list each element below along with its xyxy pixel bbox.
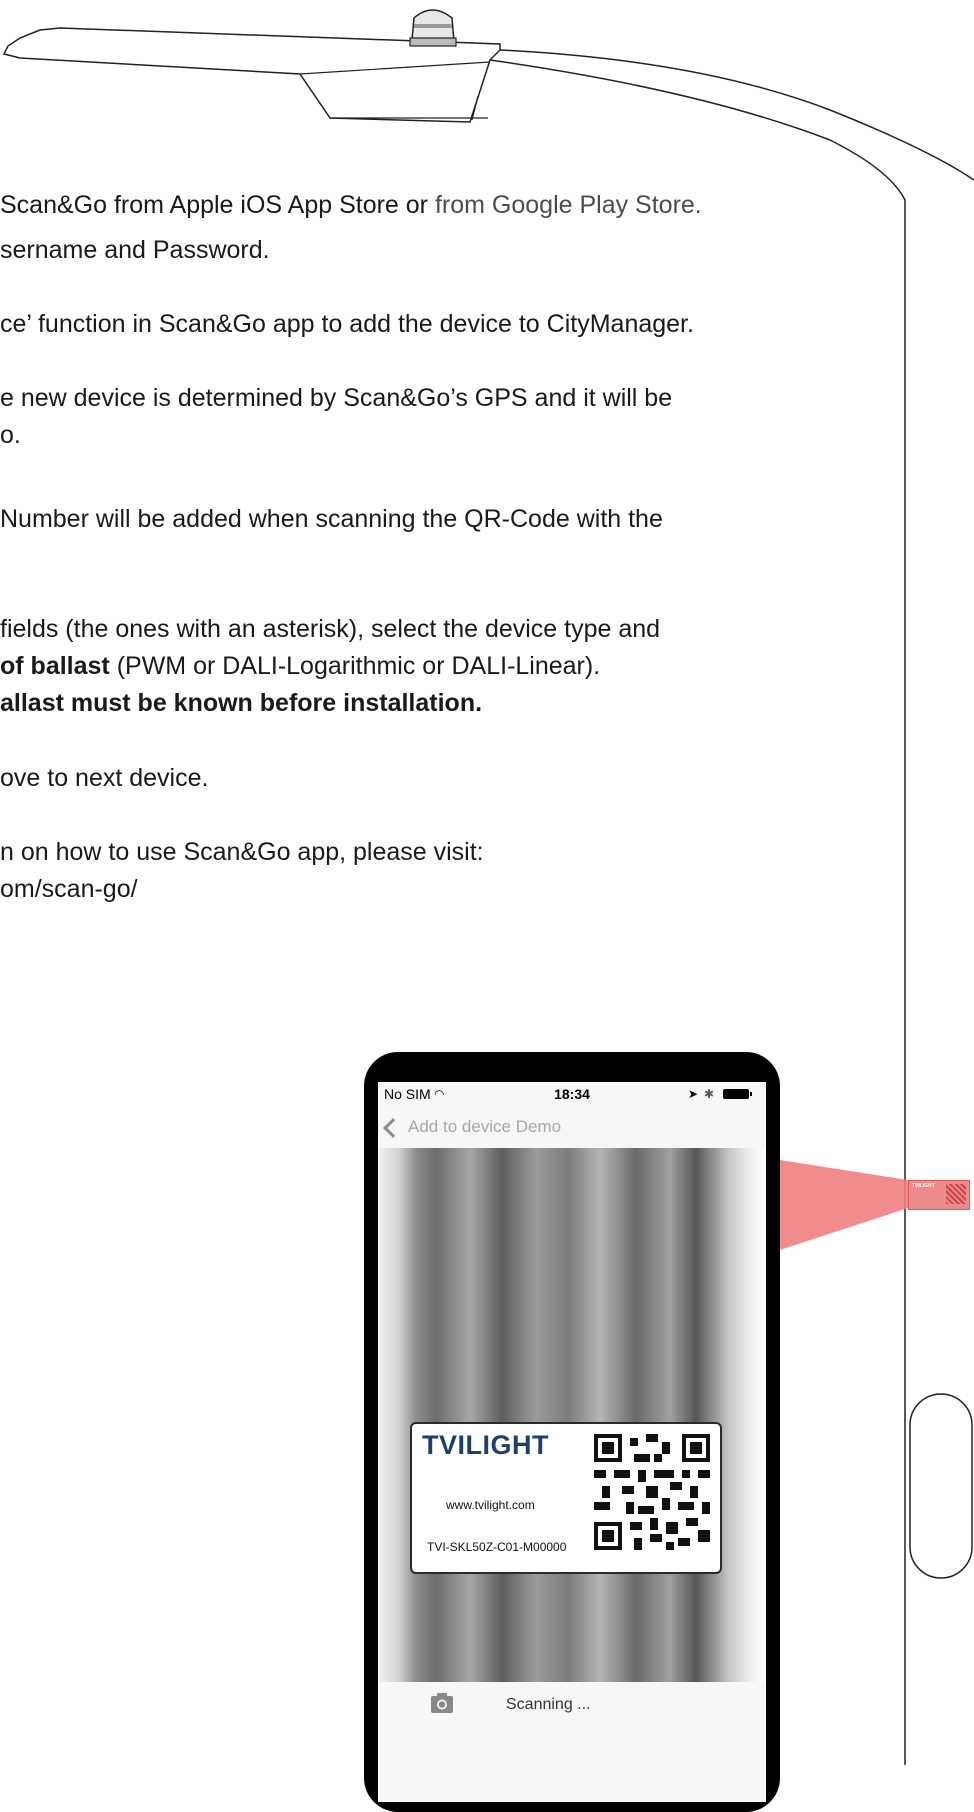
camera-viewfinder: TVILIGHT www.tvilight.com TVI-SKL50Z-C01… [378,1148,766,1682]
ballast-options-text: (PWM or DALI-Logarithmic or DALI-Linear)… [109,652,601,680]
step-next-text: ove to next device. [0,764,209,792]
tag-brand-logo: TVILIGHT [422,1430,549,1460]
scanning-status: Scanning ... [506,1696,591,1713]
step-gps-text-line2: o. [0,421,21,449]
nav-back-label[interactable]: Add to device Demo [408,1106,561,1148]
more-info-url[interactable]: om/scan-go/ [0,871,138,908]
location-arrow-icon: ➤ [688,1087,699,1101]
step-download-text: Scan&Go from Apple iOS App Store or from… [0,187,702,224]
ballast-type-emphasis: of ballast [0,652,110,680]
step-serial-text: Number will be added when scanning the Q… [0,505,663,533]
tag-serial-number: TVI-SKL50Z-C01-M00000 [427,1540,567,1554]
tag-url: www.tvilight.com [446,1498,535,1512]
more-info-text: n on how to use Scan&Go app, please visi… [0,838,484,866]
back-chevron-icon[interactable] [383,1118,403,1138]
bluetooth-icon: ✱ [704,1087,715,1101]
lamp-arm [499,49,974,181]
camera-icon[interactable] [430,1692,454,1714]
step-add-device-text: ce’ function in Scan&Go app to add the d… [0,310,694,338]
nav-bar: Add to device Demo [378,1106,766,1148]
sticker-qr-icon [946,1184,966,1204]
pole-hatch [909,1393,973,1579]
phone-screen: No SIM ◠ 18:34 ➤ ✱ Add to device Demo TV… [378,1082,766,1802]
scan-toolbar: Scanning ... [378,1682,766,1802]
battery-icon [723,1089,752,1099]
step-fields-text-line1: fields (the ones with an asterisk), sele… [0,615,661,643]
step-download-main: Scan&Go from Apple iOS App Store or [0,191,429,219]
ballast-warning: allast must be known before installation… [0,689,483,717]
qr-code-icon [594,1434,710,1550]
step-login-text: sername and Password. [0,236,270,264]
sticker-brand: TVILIGHT [912,1183,935,1189]
antenna-node [409,9,457,47]
step-gps-text-line1: e new device is determined by Scan&Go’s … [0,384,673,412]
google-play-link[interactable]: from Google Play Store. [435,191,702,219]
scan-beam [780,1160,908,1250]
device-label-tag: TVILIGHT www.tvilight.com TVI-SKL50Z-C01… [410,1422,722,1574]
step-fields-text-line2: of ballast (PWM or DALI-Logarithmic or D… [0,648,600,685]
step-fields-text-line3: allast must be known before installation… [0,685,482,722]
status-bar: No SIM ◠ 18:34 ➤ ✱ [378,1082,766,1106]
pole-device-sticker: TVILIGHT [908,1180,970,1210]
phone-mockup: No SIM ◠ 18:34 ➤ ✱ Add to device Demo TV… [364,1052,780,1812]
